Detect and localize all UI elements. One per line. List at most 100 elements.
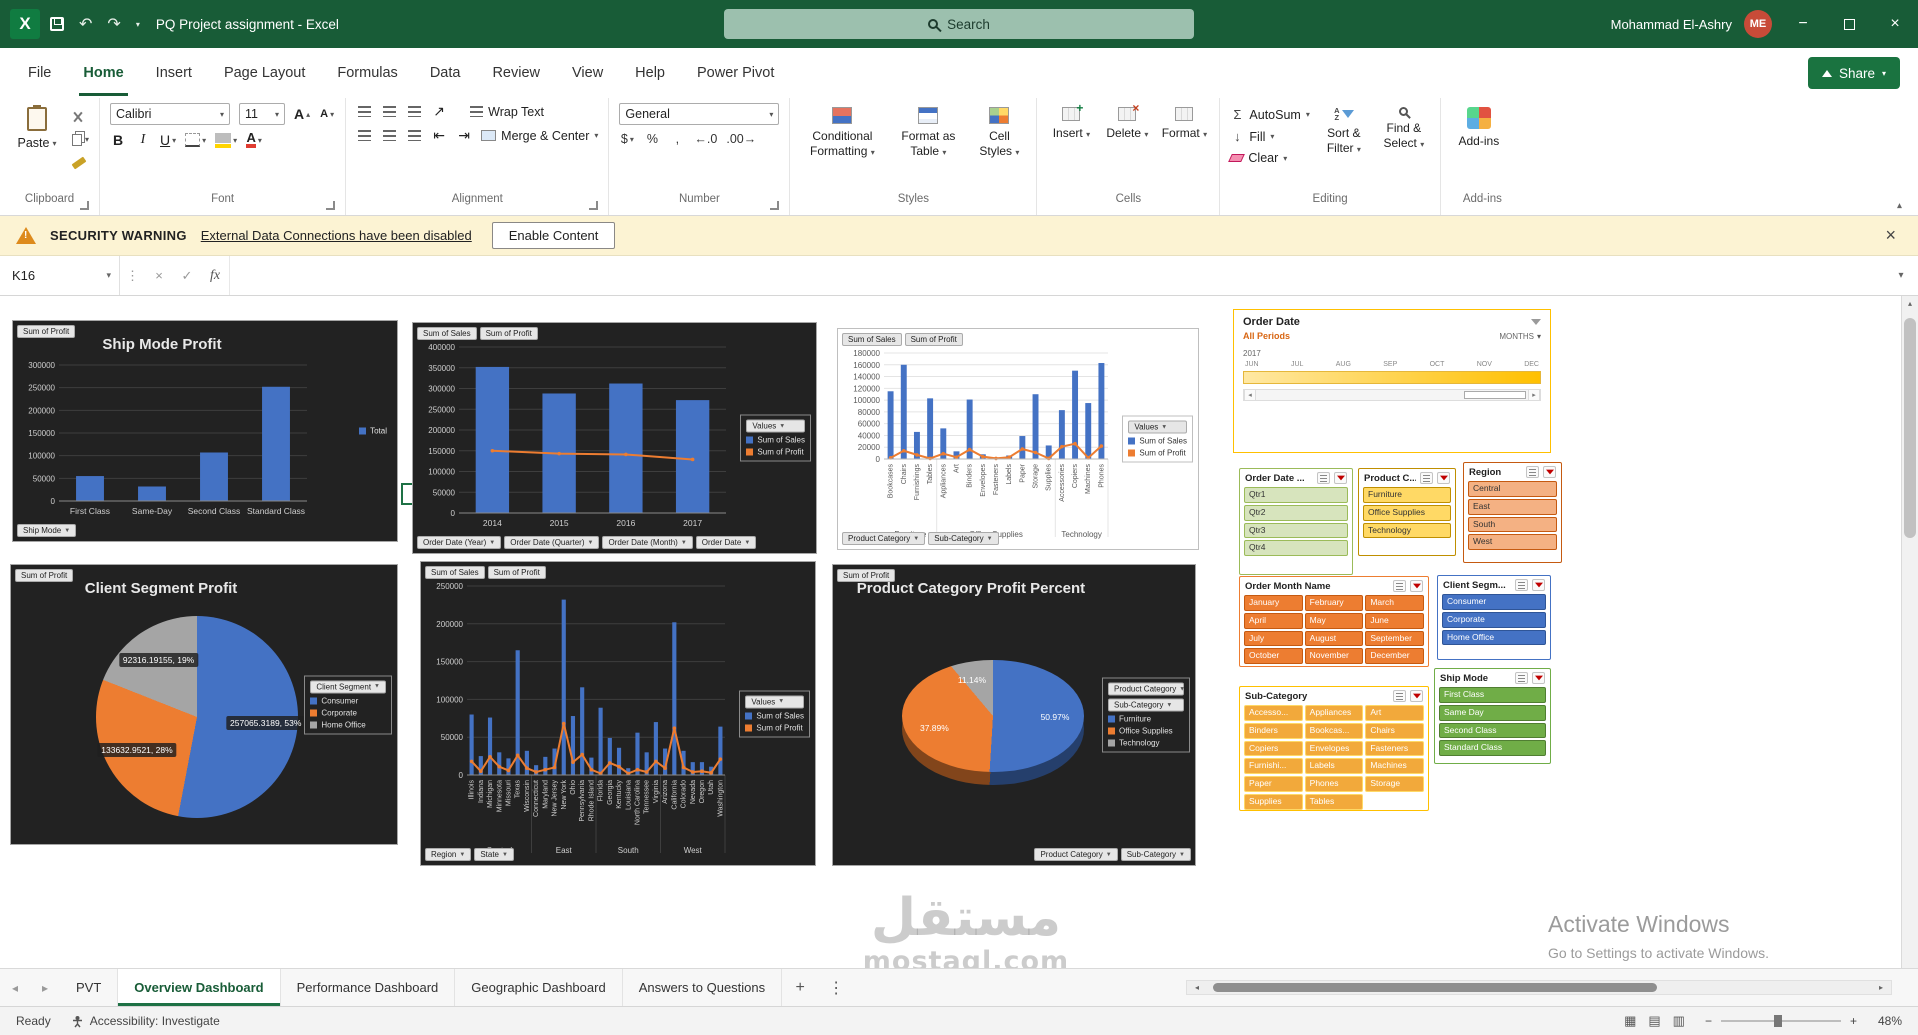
scrollbar-thumb[interactable]: [1464, 391, 1526, 399]
format-painter-button[interactable]: [71, 155, 89, 170]
save-icon[interactable]: [50, 17, 64, 31]
slicer-ship-mode[interactable]: Ship Mode First Class Same Day Second Clas…: [1434, 668, 1551, 764]
multiselect-icon[interactable]: [1317, 472, 1330, 484]
clear-filter-icon[interactable]: [1437, 472, 1450, 484]
scrollbar-thumb[interactable]: [1213, 983, 1657, 992]
field-button[interactable]: Sub-Category ▼: [1108, 698, 1184, 712]
collapse-ribbon-icon[interactable]: ▾: [1897, 200, 1902, 211]
slicer-sub-category[interactable]: Sub-Category Accesso... Appliances Art Bind…: [1239, 686, 1429, 811]
slicer-item[interactable]: Machines: [1365, 758, 1424, 775]
ribbon-tab-formulas[interactable]: Formulas: [321, 48, 413, 98]
field-button[interactable]: Sum of Profit: [15, 569, 74, 582]
clear-filter-icon[interactable]: [1334, 472, 1347, 484]
fill-color-button[interactable]: ▾: [215, 132, 237, 148]
chart-state-sales-profit[interactable]: Sum of Sales Sum of Profit 0 50000 100000 150…: [420, 561, 816, 866]
slicer-item[interactable]: Furniture: [1363, 487, 1451, 503]
slicer-item[interactable]: Fasteners: [1365, 740, 1424, 757]
field-button[interactable]: Region ▼: [425, 848, 472, 861]
insert-cells-button[interactable]: Insert ▾: [1047, 101, 1095, 141]
field-button[interactable]: Sum of Sales: [417, 327, 477, 340]
slicer-item[interactable]: Qtr1: [1244, 487, 1348, 503]
bold-button[interactable]: B: [110, 132, 126, 148]
field-button[interactable]: Values ▼: [746, 419, 805, 433]
slicer-item[interactable]: September: [1365, 630, 1424, 647]
slicer-item[interactable]: Binders: [1244, 722, 1303, 739]
field-button[interactable]: Ship Mode ▼: [17, 524, 77, 537]
cancel-icon[interactable]: ×: [145, 268, 173, 283]
slicer-item[interactable]: Art: [1365, 705, 1424, 721]
slicer-item[interactable]: Labels: [1304, 758, 1364, 775]
borders-button[interactable]: ▾: [185, 133, 206, 147]
slicer-item[interactable]: East: [1468, 498, 1557, 515]
timeline-level-select[interactable]: MONTHS ▾: [1499, 332, 1541, 341]
slicer-item[interactable]: Home Office: [1442, 629, 1546, 646]
multiselect-icon[interactable]: [1515, 672, 1528, 684]
clear-button[interactable]: Clear ▾: [1228, 151, 1309, 165]
slicer-item[interactable]: Tables: [1304, 793, 1364, 810]
comma-style-button[interactable]: ,: [669, 132, 685, 146]
slicer-item[interactable]: Accesso...: [1244, 705, 1303, 721]
normal-view-icon[interactable]: ▦: [1624, 1013, 1636, 1029]
merge-center-button[interactable]: Merge & Center ▾: [481, 129, 598, 143]
next-sheet-icon[interactable]: ▸: [30, 981, 60, 995]
chart-category-profit-percent[interactable]: Sum of Profit Product Category Profit Per…: [832, 564, 1196, 866]
slicer-item[interactable]: Envelopes: [1304, 740, 1364, 757]
scroll-right-icon[interactable]: ▸: [1873, 981, 1889, 994]
slicer-item[interactable]: Supplies: [1244, 793, 1303, 810]
slicer-product-category[interactable]: Product C... Furniture Office Supplies Tec…: [1358, 468, 1456, 556]
slicer-item[interactable]: Second Class: [1439, 722, 1546, 739]
field-button[interactable]: Values ▼: [745, 695, 804, 708]
enable-content-button[interactable]: Enable Content: [491, 222, 616, 249]
font-size-select[interactable]: 11 ▾: [239, 103, 286, 125]
slicer-item[interactable]: West: [1468, 534, 1557, 551]
field-button[interactable]: Sum of Sales: [842, 333, 902, 346]
decrease-indent-button[interactable]: ⇤: [431, 127, 447, 144]
field-button[interactable]: Sum of Sales: [425, 566, 485, 579]
field-button[interactable]: Values ▼: [1128, 420, 1187, 434]
vertical-scrollbar[interactable]: ▴: [1901, 296, 1918, 968]
ribbon-tab-file[interactable]: File: [12, 48, 67, 98]
multiselect-icon[interactable]: [1393, 690, 1406, 702]
slicer-item[interactable]: Qtr2: [1244, 504, 1348, 521]
font-color-button[interactable]: A ▾: [246, 131, 262, 148]
align-right-button[interactable]: [406, 130, 422, 141]
slicer-order-month-name[interactable]: Order Month Name January February March Apr…: [1239, 576, 1429, 667]
slicer-item[interactable]: Qtr4: [1244, 540, 1348, 557]
scroll-left-icon[interactable]: ◂: [1244, 390, 1256, 400]
scrollbar-thumb[interactable]: [1904, 318, 1916, 538]
insert-function-icon[interactable]: fx: [201, 268, 229, 284]
slicer-item[interactable]: Phones: [1304, 776, 1364, 792]
sheet-tab-overview-dashboard[interactable]: Overview Dashboard: [118, 969, 281, 1006]
slicer-item[interactable]: March: [1365, 595, 1424, 611]
sheet-tab-answers-to-questions[interactable]: Answers to Questions: [623, 969, 783, 1006]
sheet-tab-performance-dashboard[interactable]: Performance Dashboard: [281, 969, 456, 1006]
timeline-selection-bar[interactable]: [1243, 371, 1541, 384]
ribbon-tab-insert[interactable]: Insert: [140, 48, 208, 98]
autosum-button[interactable]: Σ AutoSum ▾: [1230, 107, 1309, 122]
field-button[interactable]: Sum of Profit: [904, 333, 963, 346]
field-button[interactable]: Order Date ▼: [695, 536, 757, 549]
orientation-button[interactable]: ↗: [431, 103, 447, 120]
field-button[interactable]: State ▼: [474, 848, 514, 861]
zoom-level[interactable]: 48%: [1866, 1014, 1902, 1028]
field-button[interactable]: Order Date (Year) ▼: [417, 536, 502, 549]
decrease-decimal-button[interactable]: .00→: [726, 132, 756, 146]
restore-button[interactable]: [1826, 0, 1872, 48]
field-button[interactable]: Sum of Profit: [837, 569, 896, 582]
ribbon-tab-page-layout[interactable]: Page Layout: [208, 48, 321, 98]
field-button[interactable]: Product Category ▼: [1108, 682, 1185, 696]
number-format-select[interactable]: General ▾: [619, 103, 780, 125]
accounting-format-button[interactable]: $ ▾: [619, 132, 635, 146]
redo-icon[interactable]: ↷: [107, 14, 120, 34]
format-cells-button[interactable]: Format ▾: [1159, 103, 1209, 141]
field-button[interactable]: Sub-Category ▼: [928, 532, 999, 545]
ribbon-tab-review[interactable]: Review: [476, 48, 556, 98]
field-button[interactable]: Product Category ▼: [842, 532, 926, 545]
slicer-item[interactable]: Qtr3: [1244, 522, 1348, 539]
slicer-item[interactable]: April: [1244, 612, 1303, 629]
clear-filter-icon[interactable]: [1531, 319, 1541, 325]
increase-indent-button[interactable]: ⇥: [456, 127, 472, 144]
sheet-options-icon[interactable]: ⋮: [818, 978, 854, 998]
slicer-item[interactable]: November: [1304, 648, 1364, 665]
field-button[interactable]: Product Category ▼: [1034, 848, 1118, 861]
